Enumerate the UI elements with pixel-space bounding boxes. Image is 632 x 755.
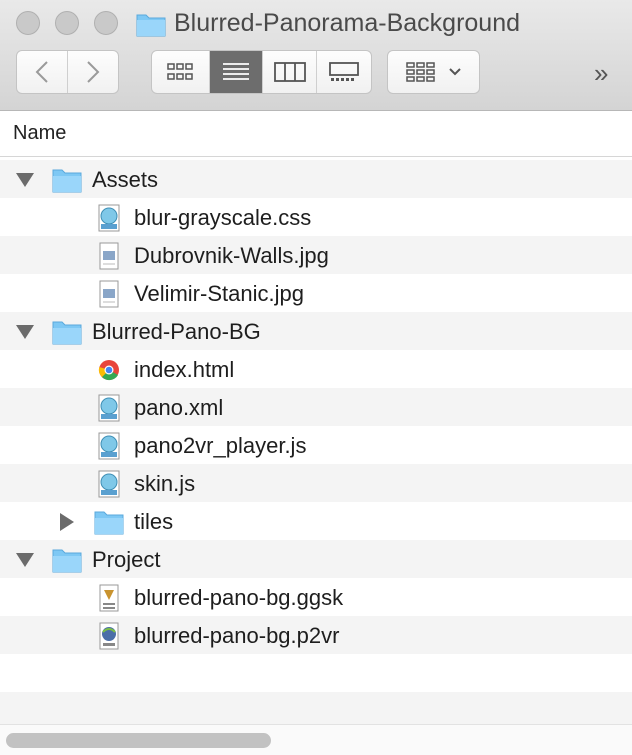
nav-buttons [16,50,119,94]
item-name: pano.xml [134,395,224,420]
group-grid-icon [405,62,435,82]
folder-icon [52,169,82,193]
list-item[interactable]: Dubrovnik-Walls.jpg [0,236,632,274]
gallery-view-button[interactable] [317,51,371,93]
column-header-name[interactable]: Name [0,111,632,157]
list-item[interactable]: blur-grayscale.css [0,198,632,236]
list-item[interactable]: Blurred-Pano-BG [0,312,632,350]
item-name: Project [92,547,161,572]
list-item[interactable]: Project [0,540,632,578]
chrome-document-icon [98,360,119,381]
text-document-icon [98,204,120,232]
horizontal-scrollbar[interactable] [0,724,632,755]
chevron-left-icon [35,61,48,83]
toolbar-overflow-button[interactable]: » [594,58,608,89]
chevron-right-icon [87,61,100,83]
back-button[interactable] [17,51,68,93]
list-item[interactable]: blurred-pano-bg.ggsk [0,578,632,616]
folder-icon [52,549,82,573]
chevron-down-icon [448,68,461,76]
list-view-button[interactable] [209,51,264,93]
disclosure-triangle-expanded[interactable] [16,173,34,187]
column-header-label: Name [13,122,67,144]
item-name: tiles [134,509,174,534]
close-window-button[interactable] [16,11,40,35]
minimize-window-button[interactable] [55,11,79,35]
list-item[interactable]: tiles [0,502,632,540]
group-by-button[interactable] [387,50,480,94]
item-name: skin.js [134,471,196,496]
column-view-button[interactable] [263,51,318,93]
text-document-icon [98,470,120,498]
item-name: pano2vr_player.js [134,433,307,458]
disclosure-triangle-expanded[interactable] [16,325,34,339]
folder-icon [136,14,166,36]
list-item[interactable]: index.html [0,350,632,388]
item-name: index.html [134,357,235,382]
item-name: blur-grayscale.css [134,205,312,230]
grid-icon [167,63,194,80]
item-name: Assets [92,167,159,192]
scrollbar-thumb[interactable] [6,733,271,748]
disclosure-triangle-expanded[interactable] [16,553,34,567]
forward-button[interactable] [68,51,118,93]
empty-row [0,654,632,692]
item-name: Velimir-Stanic.jpg [134,281,304,306]
folder-icon [52,321,82,345]
item-name: blurred-pano-bg.p2vr [134,623,340,648]
window-title: Blurred-Panorama-Background [136,9,520,38]
list-icon [223,63,250,80]
window-titlebar: Blurred-Panorama-Background » [0,0,632,111]
view-mode-control [151,50,372,94]
folder-icon [94,511,124,535]
disclosure-triangle-collapsed[interactable] [60,513,74,531]
item-name: blurred-pano-bg.ggsk [134,585,344,610]
file-list: Assets blur-grayscale.css Dubrovnik-Wall… [0,160,632,730]
image-file-icon [99,280,119,308]
item-name: Dubrovnik-Walls.jpg [134,243,329,268]
list-item[interactable]: blurred-pano-bg.p2vr [0,616,632,654]
columns-icon [273,62,306,82]
list-item[interactable]: skin.js [0,464,632,502]
text-document-icon [98,394,120,422]
window-title-text: Blurred-Panorama-Background [174,9,521,37]
item-name: Blurred-Pano-BG [92,319,261,344]
zoom-window-button[interactable] [94,11,118,35]
gallery-icon [329,62,360,81]
pano2vr-document-icon [99,622,119,650]
text-document-icon [98,432,120,460]
icon-view-button[interactable] [152,51,210,93]
image-file-icon [99,242,119,270]
group-by-content [388,51,479,93]
list-item[interactable]: Velimir-Stanic.jpg [0,274,632,312]
skin-document-icon [99,584,119,612]
list-item[interactable]: Assets [0,160,632,198]
list-item[interactable]: pano2vr_player.js [0,426,632,464]
list-item[interactable]: pano.xml [0,388,632,426]
